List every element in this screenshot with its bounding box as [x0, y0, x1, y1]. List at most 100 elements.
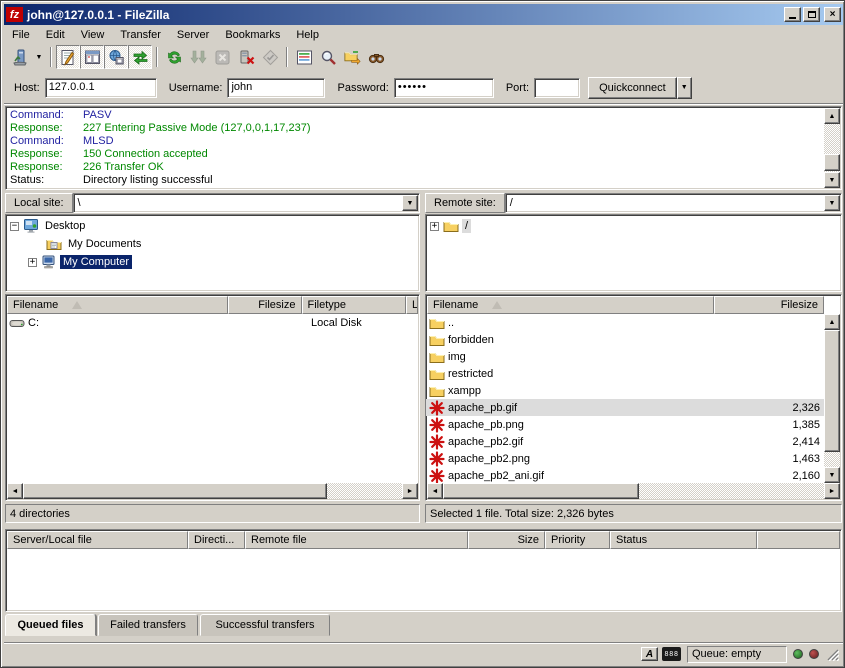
toggle-local-tree-button[interactable]	[80, 45, 104, 69]
disconnect-button[interactable]	[234, 45, 258, 69]
menu-view[interactable]: View	[73, 28, 113, 42]
scroll-down-button[interactable]: ▼	[824, 467, 840, 483]
column-filename[interactable]: Filename	[427, 296, 714, 314]
column-filetype[interactable]: Filetype	[302, 296, 406, 314]
column-priority[interactable]: Priority	[545, 531, 610, 549]
remote-file-row[interactable]: apache_pb2.png1,463	[426, 450, 824, 467]
expand-icon[interactable]: +	[28, 258, 37, 267]
remote-file-row[interactable]: img	[426, 348, 824, 365]
column-filesize[interactable]: Filesize	[714, 296, 824, 314]
menu-file[interactable]: File	[4, 28, 38, 42]
column-filler	[757, 531, 840, 549]
host-input[interactable]: 127.0.0.1	[45, 78, 157, 98]
scroll-right-button[interactable]: ►	[824, 483, 840, 499]
cancel-operation-button[interactable]	[210, 45, 234, 69]
combo-dropdown-button[interactable]: ▼	[402, 195, 418, 211]
scroll-down-button[interactable]: ▼	[824, 172, 840, 188]
column-status[interactable]: Status	[610, 531, 757, 549]
site-manager-dropdown-button[interactable]: ▼	[32, 45, 46, 69]
scroll-left-button[interactable]: ◄	[427, 483, 443, 499]
remote-file-row[interactable]: ..	[426, 314, 824, 331]
remote-hscrollbar[interactable]: ◄ ►	[427, 483, 840, 499]
port-input[interactable]	[534, 78, 580, 98]
scroll-up-button[interactable]: ▲	[824, 108, 840, 124]
tab-queued-files[interactable]: Queued files	[5, 614, 96, 636]
remote-file-row[interactable]: restricted	[426, 365, 824, 382]
reconnect-button[interactable]	[258, 45, 282, 69]
cancel-operation-icon	[214, 49, 231, 66]
site-manager-button[interactable]	[8, 45, 32, 69]
remote-file-row[interactable]: apache_pb2_ani.gif2,160	[426, 467, 824, 484]
column-filename[interactable]: Filename	[7, 296, 228, 314]
toggle-remote-tree-button[interactable]	[104, 45, 128, 69]
column-size[interactable]: Size	[468, 531, 545, 549]
speed-limit-icon[interactable]: 888	[662, 647, 681, 661]
refresh-button[interactable]	[162, 45, 186, 69]
scrollbar-thumb[interactable]	[23, 483, 327, 499]
transfer-type-icon[interactable]: A	[641, 647, 658, 661]
toolbar-separator	[286, 47, 288, 67]
close-icon: ×	[830, 10, 836, 20]
tree-item-my-computer[interactable]: + My Computer	[10, 253, 419, 271]
message-log[interactable]: Command:PASV Response:227 Entering Passi…	[5, 106, 842, 190]
column-remote-file[interactable]: Remote file	[245, 531, 468, 549]
computer-icon	[41, 254, 57, 270]
transfer-queue[interactable]: Server/Local file Directi... Remote file…	[5, 529, 842, 612]
collapse-icon[interactable]: −	[10, 222, 19, 231]
remote-file-row[interactable]: apache_pb.png1,385	[426, 416, 824, 433]
menu-server[interactable]: Server	[169, 28, 217, 42]
quickconnect-button[interactable]: Quickconnect	[588, 77, 677, 99]
column-direction[interactable]: Directi...	[188, 531, 245, 549]
remote-file-row[interactable]: apache_pb2.gif2,414	[426, 433, 824, 450]
remote-vscrollbar[interactable]: ▲ ▼	[824, 314, 840, 483]
title-bar[interactable]: fz john@127.0.0.1 - FileZilla ×	[4, 4, 843, 25]
local-hscrollbar[interactable]: ◄ ►	[7, 483, 418, 499]
tree-item-my-documents[interactable]: My Documents	[10, 235, 419, 253]
expand-icon[interactable]: +	[430, 222, 439, 231]
tab-successful-transfers[interactable]: Successful transfers	[200, 614, 330, 636]
remote-file-list[interactable]: Filename Filesize .. forbidden img restr…	[425, 294, 842, 501]
file-search-button[interactable]	[316, 45, 340, 69]
menu-bookmarks[interactable]: Bookmarks	[217, 28, 288, 42]
column-server-local-file[interactable]: Server/Local file	[7, 531, 188, 549]
close-button[interactable]: ×	[824, 7, 841, 22]
scrollbar-thumb[interactable]	[824, 330, 840, 452]
scrollbar-thumb[interactable]	[824, 154, 840, 171]
tab-failed-transfers[interactable]: Failed transfers	[98, 614, 198, 636]
synchronized-browsing-button[interactable]	[364, 45, 388, 69]
remote-tree[interactable]: + /	[425, 214, 842, 292]
column-last-modified[interactable]: L	[406, 296, 418, 314]
menu-transfer[interactable]: Transfer	[112, 28, 169, 42]
process-queue-button[interactable]	[186, 45, 210, 69]
quickconnect-dropdown-button[interactable]: ▼	[677, 77, 692, 99]
local-file-row[interactable]: C: Local Disk	[6, 314, 419, 331]
scroll-up-button[interactable]: ▲	[824, 314, 840, 330]
local-tree[interactable]: − Desktop My Documents + My Computer	[5, 214, 420, 292]
password-input[interactable]: ••••••	[394, 78, 494, 98]
remote-file-row[interactable]: forbidden	[426, 331, 824, 348]
log-scrollbar[interactable]: ▲ ▼	[824, 108, 840, 188]
username-input[interactable]: john	[227, 78, 325, 98]
scroll-left-button[interactable]: ◄	[7, 483, 23, 499]
remote-file-row[interactable]: xampp	[426, 382, 824, 399]
menu-edit[interactable]: Edit	[38, 28, 73, 42]
minimize-button[interactable]	[784, 7, 801, 22]
toolbar-separator	[50, 47, 52, 67]
toggle-transfer-queue-button[interactable]	[128, 45, 152, 69]
directory-comparison-button[interactable]	[340, 45, 364, 69]
combo-dropdown-button[interactable]: ▼	[824, 195, 840, 211]
resize-grip[interactable]	[825, 647, 839, 661]
toggle-message-log-button[interactable]	[56, 45, 80, 69]
tree-item-desktop[interactable]: − Desktop	[10, 217, 419, 235]
tree-item-root[interactable]: + /	[430, 217, 841, 235]
menu-help[interactable]: Help	[288, 28, 327, 42]
filter-button[interactable]	[292, 45, 316, 69]
remote-file-row-selected[interactable]: apache_pb.gif2,326	[426, 399, 824, 416]
maximize-button[interactable]	[803, 7, 820, 22]
scrollbar-thumb[interactable]	[443, 483, 639, 499]
local-site-combo[interactable]: \ ▼	[73, 193, 420, 213]
scroll-right-button[interactable]: ►	[402, 483, 418, 499]
column-filesize[interactable]: Filesize	[228, 296, 302, 314]
local-file-list[interactable]: Filename Filesize Filetype L C: Local Di…	[5, 294, 420, 501]
remote-site-combo[interactable]: / ▼	[505, 193, 842, 213]
